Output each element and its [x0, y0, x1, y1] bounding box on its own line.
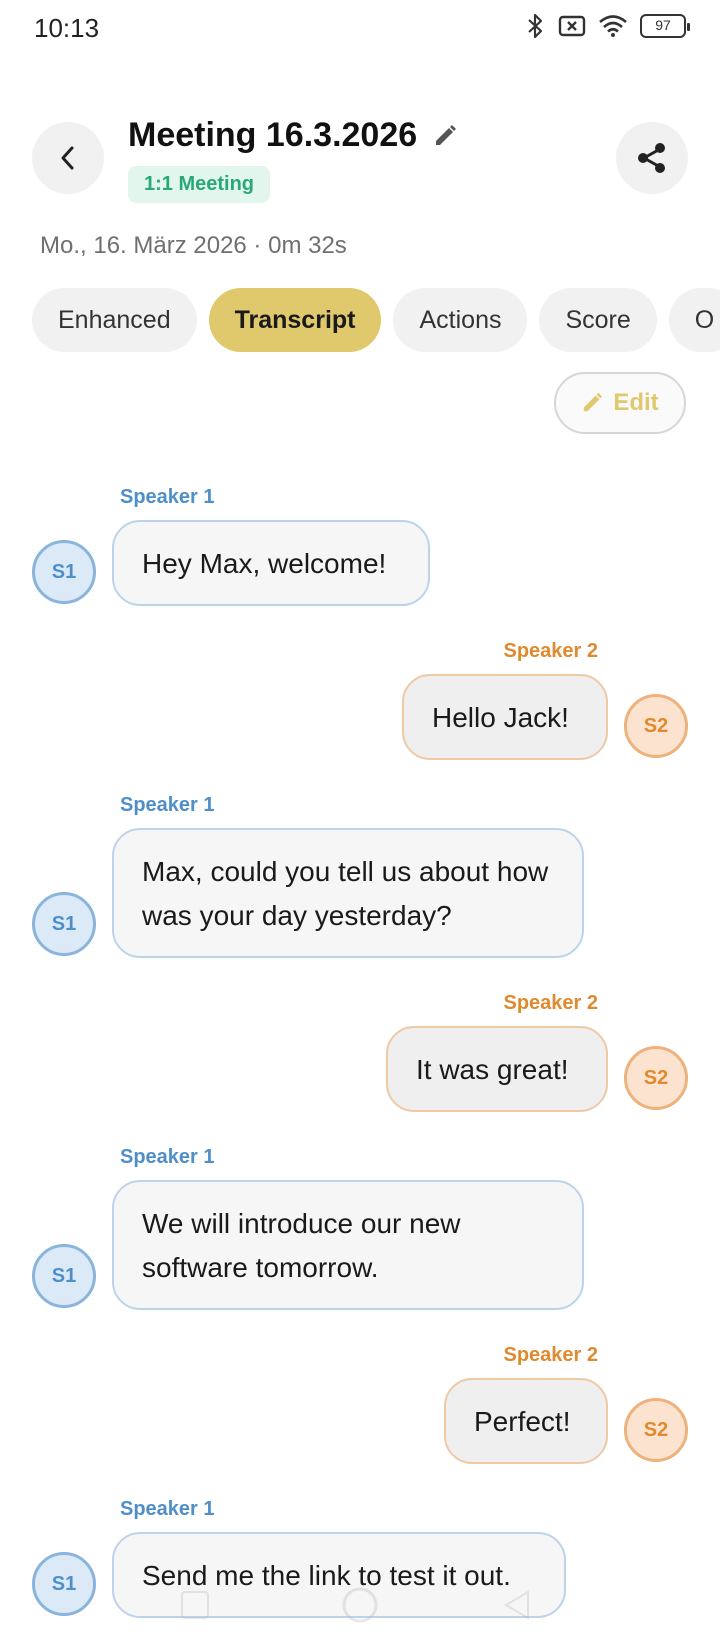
avatar: S1 — [32, 1552, 96, 1616]
tab-actions[interactable]: Actions — [393, 288, 528, 352]
wifi-icon — [599, 15, 627, 37]
tab-overflow[interactable]: O — [668, 288, 720, 352]
edit-label: Edit — [613, 389, 659, 416]
tab-score[interactable]: Score — [539, 288, 657, 352]
avatar: S2 — [624, 1046, 688, 1110]
tab-bar: Enhanced Transcript Actions Score O — [32, 288, 720, 352]
status-icons: 97 — [526, 12, 690, 40]
speaker-label: Speaker 1 — [120, 1146, 215, 1168]
message-bubble: We will introduce our new software tomor… — [112, 1180, 584, 1310]
title-row: Meeting 16.3.2026 — [128, 116, 457, 155]
tab-enhanced[interactable]: Enhanced — [32, 288, 197, 352]
back-button[interactable] — [32, 122, 104, 194]
avatar: S1 — [32, 540, 96, 604]
avatar: S2 — [624, 1398, 688, 1462]
system-navigation-bar[interactable] — [180, 1586, 540, 1630]
status-bar: 10:13 97 — [0, 0, 720, 56]
page-title: Meeting 16.3.2026 — [128, 116, 418, 154]
message-bubble: It was great! — [386, 1026, 608, 1112]
message-bubble: Hello Jack! — [402, 674, 608, 760]
no-sim-icon — [558, 15, 586, 37]
bluetooth-icon — [528, 13, 543, 39]
meeting-date: Mo., 16. März 2026 · 0m 32s — [40, 232, 347, 259]
speaker-label: Speaker 2 — [503, 992, 598, 1014]
speaker-label: Speaker 2 — [503, 640, 598, 662]
message-bubble: Hey Max, welcome! — [112, 520, 430, 606]
share-button[interactable] — [616, 122, 688, 194]
speaker-label: Speaker 2 — [503, 1344, 598, 1366]
pencil-icon — [584, 392, 603, 412]
speaker-label: Speaker 1 — [120, 486, 215, 508]
avatar: S2 — [624, 694, 688, 758]
status-time: 10:13 — [34, 13, 100, 43]
chevron-left-icon — [61, 146, 74, 170]
message-bubble: Perfect! — [444, 1378, 608, 1464]
tab-transcript[interactable]: Transcript — [208, 288, 382, 352]
speaker-label: Speaker 1 — [120, 794, 215, 816]
message-bubble: Max, could you tell us about how was you… — [112, 828, 584, 958]
speaker-label: Speaker 1 — [120, 1498, 215, 1520]
avatar: S1 — [32, 892, 96, 956]
battery-level: 97 — [655, 17, 671, 33]
edit-button[interactable]: Edit — [554, 372, 686, 434]
pencil-icon[interactable] — [433, 124, 457, 148]
battery-icon: 97 — [640, 14, 690, 38]
avatar: S1 — [32, 1244, 96, 1308]
meeting-type-badge: 1:1 Meeting — [128, 166, 271, 203]
share-icon — [638, 143, 665, 173]
